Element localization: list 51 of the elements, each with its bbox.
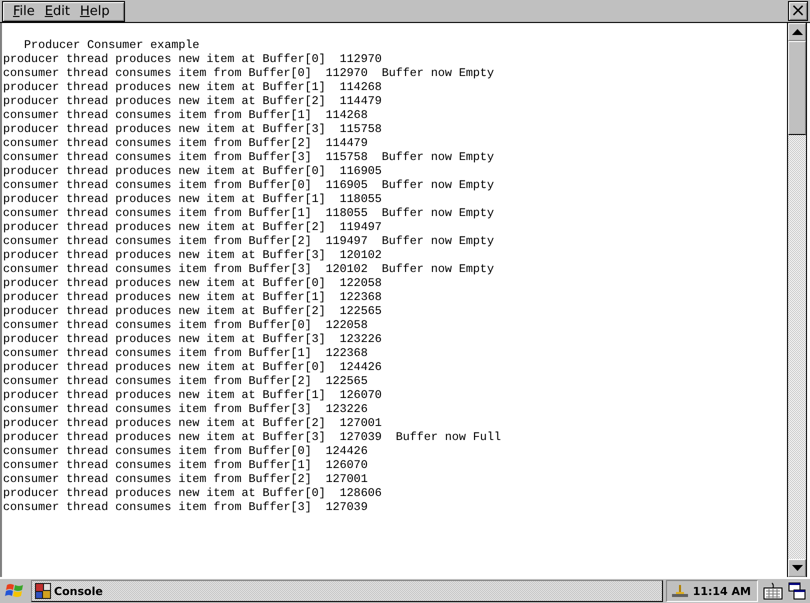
console-line: consumer thread consumes item from Buffer[2] 119497 Buffer now Empty	[3, 234, 494, 248]
network-icon[interactable]	[670, 583, 689, 599]
console-line: producer thread produces new item at Buffer[1] 122368	[3, 290, 382, 304]
console-line: producer thread produces new item at Buffer[2] 127001	[3, 416, 382, 430]
scrollbar[interactable]	[787, 23, 807, 577]
console-line: producer thread produces new item at Buffer[1] 126070	[3, 388, 382, 402]
scroll-down-button[interactable]	[788, 559, 806, 577]
close-button[interactable]: ×	[788, 1, 808, 21]
scroll-thumb[interactable]	[788, 41, 806, 135]
console-line: consumer thread consumes item from Buffer[2] 114479	[3, 136, 368, 150]
windows-icon[interactable]	[788, 582, 806, 600]
menu-item[interactable]: Help	[78, 4, 118, 18]
console-line: consumer thread consumes item from Buffer[2] 127001	[3, 472, 368, 486]
console-line: producer thread produces new item at Buffer[2] 119497	[3, 220, 382, 234]
console-line: producer thread produces new item at Buffer[3] 120102	[3, 248, 382, 262]
clock[interactable]: 11:14 AM	[692, 584, 751, 598]
menu-item[interactable]: File	[11, 4, 43, 18]
console-line: producer thread produces new item at Buffer[0] 124426	[3, 360, 382, 374]
console-line: producer thread produces new item at Buffer[3] 127039 Buffer now Full	[3, 430, 501, 444]
console-line: producer thread produces new item at Buffer[1] 118055	[3, 192, 382, 206]
console-line: consumer thread consumes item from Buffer[1] 114268	[3, 108, 368, 122]
console-line: consumer thread consumes item from Buffer[2] 122565	[3, 374, 368, 388]
console-line: producer thread produces new item at Buffer[0] 128606	[3, 486, 382, 500]
console-line: producer thread produces new item at Buffer[0] 112970	[3, 52, 382, 66]
keyboard-icon[interactable]	[763, 582, 783, 600]
console-line: consumer thread consumes item from Buffer[3] 123226	[3, 402, 368, 416]
menu-item[interactable]: Edit	[42, 4, 78, 18]
console-line: consumer thread consumes item from Buffer[0] 122058	[3, 318, 368, 332]
console-line: producer thread produces new item at Buffer[3] 115758	[3, 122, 382, 136]
app-icon	[35, 583, 51, 599]
down-arrow-icon	[792, 565, 802, 571]
console-line: consumer thread consumes item from Buffer[1] 118055 Buffer now Empty	[3, 206, 494, 220]
console-line: consumer thread consumes item from Buffer[1] 126070	[3, 458, 368, 472]
console-line: producer thread produces new item at Buffer[2] 114479	[3, 94, 382, 108]
taskbar-button[interactable]: Console	[31, 580, 663, 602]
up-arrow-icon	[792, 29, 802, 35]
console-line: consumer thread consumes item from Buffer[3] 120102 Buffer now Empty	[3, 262, 494, 276]
console-line: consumer thread consumes item from Buffer[1] 122368	[3, 346, 368, 360]
console-line: consumer thread consumes item from Buffer[3] 115758 Buffer now Empty	[3, 150, 494, 164]
console-line: producer thread produces new item at Buffer[0] 116905	[3, 164, 382, 178]
console-line: consumer thread consumes item from Buffer[0] 116905 Buffer now Empty	[3, 178, 494, 192]
console-line: producer thread produces new item at Buffer[0] 122058	[3, 276, 382, 290]
console-line: consumer thread consumes item from Buffer[3] 127039	[3, 500, 368, 514]
console-line: consumer thread consumes item from Buffer[0] 112970 Buffer now Empty	[3, 66, 494, 80]
windows-flag-icon	[5, 582, 25, 600]
scroll-up-button[interactable]	[788, 23, 806, 41]
console-line: consumer thread consumes item from Buffer[0] 124426	[3, 444, 368, 458]
console-line: Producer Consumer example	[23, 38, 200, 52]
console-line: producer thread produces new item at Buffer[3] 123226	[3, 332, 382, 346]
console-line: producer thread produces new item at Buffer[1] 114268	[3, 80, 382, 94]
console-line: producer thread produces new item at Buffer[2] 122565	[3, 304, 382, 318]
